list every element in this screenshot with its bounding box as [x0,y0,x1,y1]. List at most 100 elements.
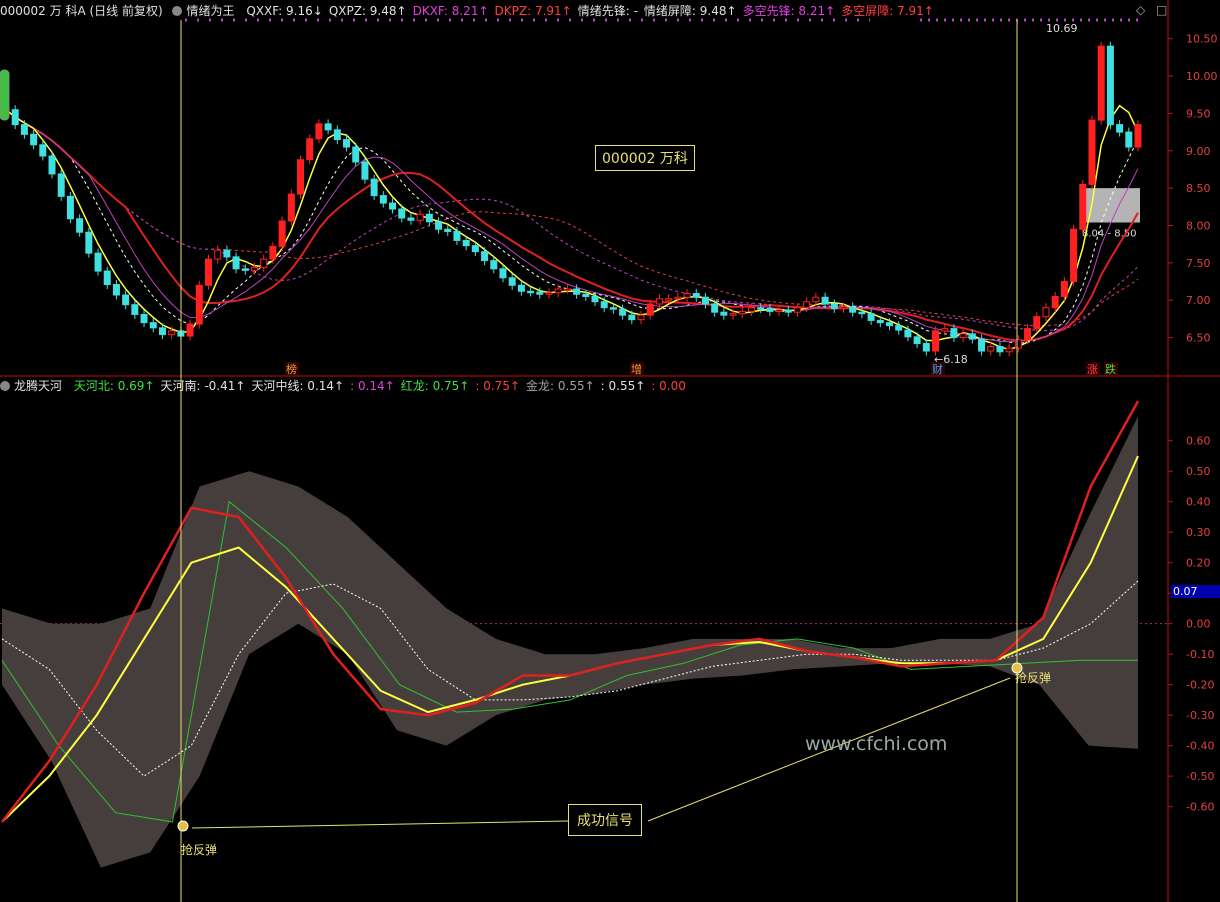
candle-body-62 [573,288,581,295]
candle-body-32 [297,159,305,195]
candle-body-55 [508,277,516,286]
candle-body-4 [39,144,47,157]
candle-body-117 [1079,183,1087,230]
price-tick-label-4: 8.50 [1186,182,1211,195]
candle-body-104 [959,333,967,339]
candle-body-61 [563,288,571,292]
candle-body-114 [1051,295,1059,309]
signal-dot-0 [177,820,189,832]
price-tick-label-8: 6.50 [1186,332,1211,345]
candle-body-34 [315,123,323,140]
candle-body-7 [66,195,74,220]
candle-body-65 [600,301,608,309]
ind-tick-label-7: -0.10 [1186,648,1214,661]
candle-body-70 [646,303,654,316]
candle-body-52 [481,251,489,262]
ind-tick-label-1: 0.50 [1186,465,1211,478]
candle-body-15 [140,313,148,324]
candle-body-2 [20,124,28,135]
event-marker-0: 榜 [286,362,297,376]
ind-tick-label-9: -0.30 [1186,709,1214,722]
candle-body-29 [269,245,277,260]
candle-body-103 [950,328,958,339]
price-tick-label-5: 8.00 [1186,219,1211,232]
candle-body-72 [665,298,673,301]
candle-body-30 [278,220,286,247]
candle-body-57 [527,290,535,294]
candle-body-3 [30,133,38,146]
candle-body-5 [48,155,56,175]
stock-name-box: 000002 万科 [595,145,695,171]
candle-body-74 [683,292,691,298]
candle-body-31 [287,193,295,222]
candle-body-107 [987,346,995,352]
candle-body-105 [968,333,976,340]
candle-body-100 [922,343,930,352]
candle-body-53 [490,260,498,270]
price-tick-label-0: 10.50 [1186,33,1218,46]
candle-body-14 [131,304,139,315]
price-tick-label-3: 9.00 [1186,145,1211,158]
candle-body-41 [379,195,387,204]
candle-body-63 [582,293,590,297]
candle-body-106 [978,338,986,352]
candle-body-86 [793,307,801,313]
candle-body-64 [591,295,599,303]
candle-body-25 [232,256,240,270]
candle-body-118 [1088,119,1096,185]
candle-body-112 [1033,316,1041,330]
event-marker-3: 涨 [1087,363,1098,376]
candle-body-108 [996,346,1004,353]
candle-body-76 [701,296,709,305]
candle-body-93 [858,311,866,315]
ind-tick-label-3: 0.30 [1186,526,1211,539]
candle-body-77 [711,303,719,313]
candle-body-111 [1024,328,1032,341]
candle-body-56 [517,284,525,292]
arrow-left [191,820,569,829]
event-marker-2: 财 [932,362,943,376]
ma60-dashed [5,109,1139,327]
candle-body-88 [812,296,820,303]
candle-body-10 [94,252,102,272]
candle-body-80 [738,310,746,315]
candle-body-89 [821,296,829,305]
candle-body-98 [904,329,912,338]
scroll-handle [0,69,10,121]
candle-body-85 [784,309,792,313]
candle-body-35 [324,123,332,131]
candle-body-122 [1125,131,1133,148]
candle-body-11 [103,270,111,286]
ind-tick-label-10: -0.40 [1186,740,1214,753]
candle-body-39 [361,161,369,180]
tianhe-band [2,416,1138,868]
candle-body-109 [1005,347,1013,353]
ma5-dashed [5,109,1139,345]
candle-body-42 [389,202,397,210]
candle-body-95 [876,319,884,324]
candle-body-79 [729,313,737,316]
ind-tick-label-6: 0.00 [1186,618,1211,631]
candle-body-90 [830,303,838,309]
candle-body-81 [747,307,755,312]
price-tick-label-1: 10.00 [1186,70,1218,83]
signal-label-0: 抢反弹 [181,842,217,857]
candle-body-78 [720,311,728,316]
candle-body-18 [168,330,176,336]
candle-body-96 [886,322,894,327]
candle-body-59 [545,292,553,295]
candle-body-47 [435,221,443,230]
candle-body-97 [895,325,903,331]
candle-body-21 [195,284,203,325]
candle-body-27 [250,266,258,271]
candle-body-116 [1070,228,1078,283]
candle-body-121 [1116,124,1124,133]
candle-body-38 [352,146,360,163]
candle-body-94 [867,313,875,321]
price-tick-label-7: 7.00 [1186,294,1211,307]
price-tick-label-6: 7.50 [1186,257,1211,270]
candle-body-120 [1106,45,1114,126]
candle-body-113 [1042,307,1050,318]
candle-body-20 [186,323,194,337]
event-marker-4: 跌 [1105,362,1116,376]
